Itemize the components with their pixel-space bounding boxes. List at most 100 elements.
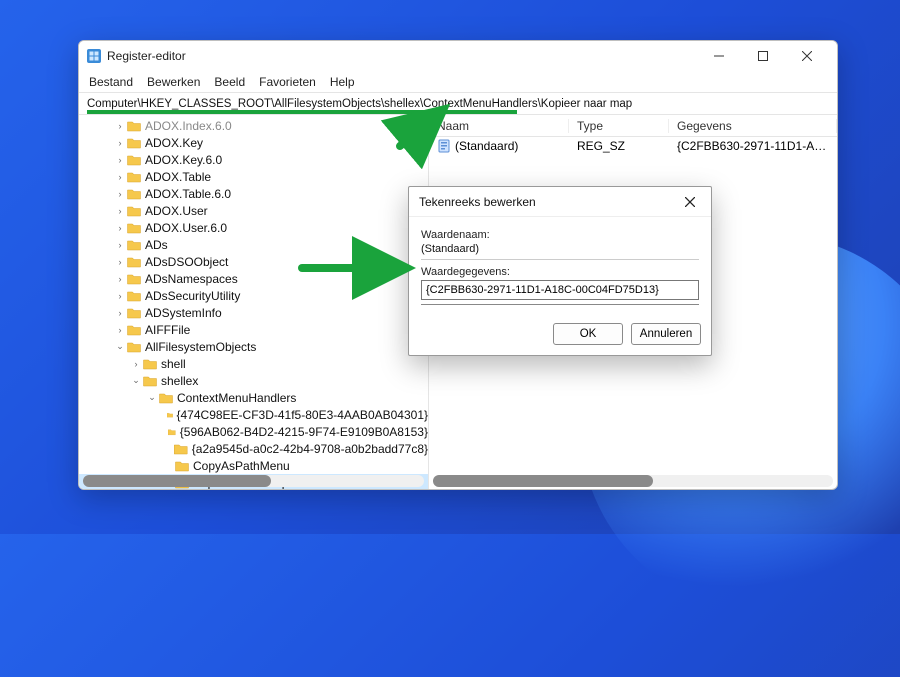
expand-icon[interactable]: › (113, 121, 127, 131)
folder-icon (127, 239, 141, 251)
folder-icon (127, 171, 141, 183)
folder-icon (127, 154, 141, 166)
col-naam[interactable]: Naam (429, 119, 569, 133)
collapse-icon[interactable]: ⌄ (129, 375, 143, 386)
dialog-titlebar[interactable]: Tekenreeks bewerken (409, 187, 711, 217)
tree-item[interactable]: › ADsDSOObject (79, 253, 428, 270)
folder-icon (127, 222, 141, 234)
expand-icon[interactable]: › (113, 291, 127, 301)
close-button[interactable] (785, 41, 829, 71)
tree-item[interactable]: › ADOX.Table.6.0 (79, 185, 428, 202)
folder-icon (174, 443, 187, 455)
expand-icon[interactable]: › (129, 359, 143, 369)
value-data-input[interactable] (421, 280, 699, 300)
tree-item[interactable]: {474C98EE-CF3D-41f5-80E3-4AAB0AB04301} (79, 406, 428, 423)
titlebar[interactable]: Register-editor (79, 41, 837, 71)
tree-item-label: ADSystemInfo (145, 306, 222, 320)
menu-bestand[interactable]: Bestand (89, 75, 133, 89)
expand-icon[interactable]: › (113, 274, 127, 284)
tree-item[interactable]: › AIFFFile (79, 321, 428, 338)
collapse-icon[interactable]: ⌄ (113, 341, 127, 352)
tree-item-label: ADOX.Key (145, 136, 203, 150)
expand-icon[interactable]: › (113, 257, 127, 267)
tree-item[interactable]: {a2a9545d-a0c2-42b4-9708-a0b2badd77c8} (79, 440, 428, 457)
value-data-cell: {C2FBB630-2971-11D1-A1… (669, 139, 837, 153)
tree-item-label: ADOX.Key.6.0 (145, 153, 222, 167)
tree-item[interactable]: CopyAsPathMenu (79, 457, 428, 474)
value-name-readonly: (Standaard) (421, 241, 699, 260)
tree-item[interactable]: › ADOX.Key.6.0 (79, 151, 428, 168)
expand-icon[interactable]: › (113, 223, 127, 233)
tree-item-label: ADsDSOObject (145, 255, 228, 269)
tree-item-label: AllFilesystemObjects (145, 340, 256, 354)
folder-icon (127, 205, 141, 217)
folder-icon (168, 426, 175, 438)
tree-item[interactable]: › ADSystemInfo (79, 304, 428, 321)
tree-item[interactable]: ›ADOX.User.6.0 (79, 219, 428, 236)
value-row[interactable]: (Standaard) REG_SZ {C2FBB630-2971-11D1-A… (429, 137, 837, 155)
folder-icon (127, 273, 141, 285)
folder-icon (143, 375, 157, 387)
scrollbar-thumb[interactable] (433, 475, 653, 487)
tree-item[interactable]: ⌄ AllFilesystemObjects (79, 338, 428, 355)
tree-item[interactable]: ›ADOX.Index.6.0 (79, 117, 428, 134)
scrollbar-thumb[interactable] (83, 475, 271, 487)
tree-item[interactable]: ›ADsNamespaces (79, 270, 428, 287)
tree-item-label: ADs (145, 238, 168, 252)
tree-horizontal-scrollbar[interactable] (83, 475, 424, 487)
expand-icon[interactable]: › (113, 206, 127, 216)
expand-icon[interactable]: › (113, 155, 127, 165)
ok-button[interactable]: OK (553, 323, 623, 345)
tree-pane[interactable]: ›ADOX.Index.6.0›ADOX.Key›ADOX.Key.6.0›AD… (79, 115, 429, 489)
value-data-label: Waardegegevens: (421, 266, 699, 278)
tree-item-label: ADOX.Table.6.0 (145, 187, 231, 201)
folder-icon (127, 307, 141, 319)
folder-icon (167, 409, 173, 421)
menu-bewerken[interactable]: Bewerken (147, 75, 200, 89)
menu-beeld[interactable]: Beeld (214, 75, 245, 89)
list-header: Naam Type Gegevens (429, 115, 837, 137)
dialog-close-button[interactable] (679, 191, 701, 213)
tree-item[interactable]: ›ADOX.User (79, 202, 428, 219)
tree-item[interactable]: ›ADsSecurityUtility (79, 287, 428, 304)
expand-icon[interactable]: › (113, 172, 127, 182)
edit-string-dialog: Tekenreeks bewerken Waardenaam: (Standaa… (408, 186, 712, 356)
folder-icon (127, 290, 141, 302)
tree-item-label: {474C98EE-CF3D-41f5-80E3-4AAB0AB04301} (177, 408, 429, 422)
folder-icon (143, 358, 157, 370)
menubar: Bestand Bewerken Beeld Favorieten Help (79, 71, 837, 93)
value-type-cell: REG_SZ (569, 139, 669, 153)
collapse-icon[interactable]: ⌄ (145, 392, 159, 403)
tree-item-label: {596AB062-B4D2-4215-9F74-E9109B0A8153} (180, 425, 428, 439)
expand-icon[interactable]: › (113, 240, 127, 250)
expand-icon[interactable]: › (113, 325, 127, 335)
expand-icon[interactable]: › (113, 138, 127, 148)
minimize-button[interactable] (697, 41, 741, 71)
expand-icon[interactable]: › (113, 308, 127, 318)
menu-help[interactable]: Help (330, 75, 355, 89)
folder-icon (127, 120, 141, 132)
maximize-button[interactable] (741, 41, 785, 71)
tree-item[interactable]: › ADOX.Table (79, 168, 428, 185)
folder-icon (127, 188, 141, 200)
tree-item[interactable]: {596AB062-B4D2-4215-9F74-E9109B0A8153} (79, 423, 428, 440)
col-gegevens[interactable]: Gegevens (669, 119, 837, 133)
tree-item-label: shellex (161, 374, 198, 388)
col-type[interactable]: Type (569, 119, 669, 133)
tree-item-label: ADOX.Table (145, 170, 211, 184)
tree-item[interactable]: ›shell (79, 355, 428, 372)
tree-item-label: CopyAsPathMenu (193, 459, 290, 473)
address-bar[interactable]: Computer\HKEY_CLASSES_ROOT\AllFilesystem… (79, 93, 837, 115)
expand-icon[interactable]: › (113, 189, 127, 199)
list-horizontal-scrollbar[interactable] (433, 475, 833, 487)
menu-favorieten[interactable]: Favorieten (259, 75, 316, 89)
tree-item[interactable]: ⌄ ContextMenuHandlers (79, 389, 428, 406)
value-name-cell: (Standaard) (429, 139, 569, 154)
tree-item[interactable]: ⌄ shellex (79, 372, 428, 389)
folder-icon (127, 341, 141, 353)
tree-item[interactable]: › ADs (79, 236, 428, 253)
tree-item-label: AIFFFile (145, 323, 190, 337)
cancel-button[interactable]: Annuleren (631, 323, 701, 345)
tree-item-label: ContextMenuHandlers (177, 391, 296, 405)
tree-item[interactable]: › ADOX.Key (79, 134, 428, 151)
